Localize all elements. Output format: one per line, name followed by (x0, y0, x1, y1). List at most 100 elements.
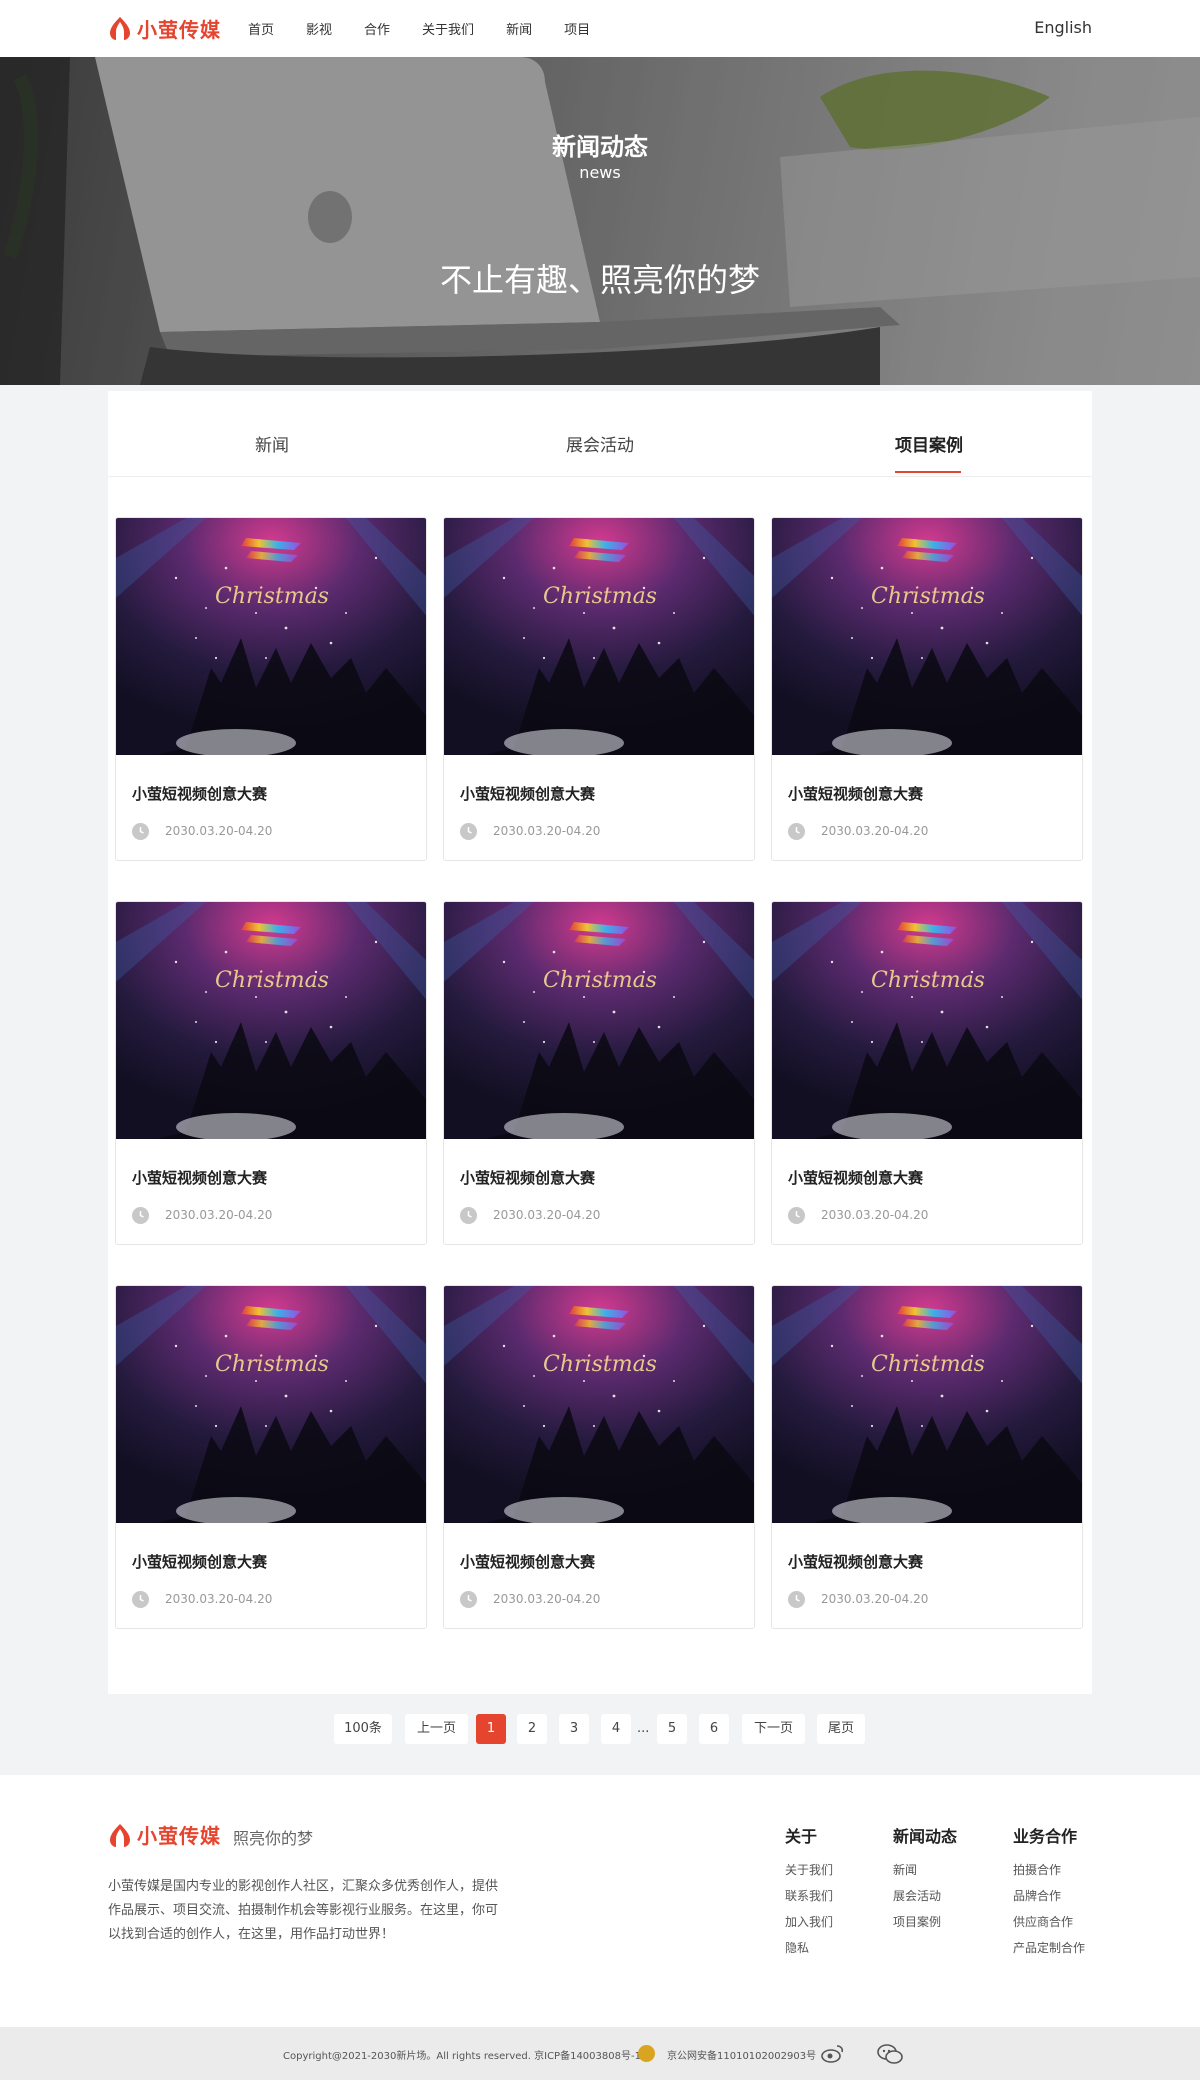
tab-project-cases[interactable]: 项目案例 (895, 431, 963, 456)
card-title[interactable]: 小萤短视频创意大赛 (788, 1167, 923, 1188)
footer-link-brand[interactable]: 品牌合作 (1013, 1887, 1085, 1904)
card-cover-image (444, 518, 754, 755)
clock-icon (788, 1591, 805, 1608)
card-title[interactable]: 小萤短视频创意大赛 (132, 1167, 267, 1188)
card-date: 2030.03.20-04.20 (493, 1592, 601, 1606)
footer-link-about-us[interactable]: 关于我们 (785, 1861, 833, 1878)
card-cover-caption: Christmas (871, 584, 985, 609)
card-date: 2030.03.20-04.20 (821, 824, 929, 838)
card-cover-image (116, 902, 426, 1139)
weibo-icon[interactable] (821, 2043, 845, 2063)
card-cover-image (772, 1286, 1082, 1523)
card-date: 2030.03.20-04.20 (493, 1208, 601, 1222)
card-cover-caption: Christmas (215, 1352, 329, 1377)
footer-link-exhibitions[interactable]: 展会活动 (893, 1887, 957, 1904)
card-title[interactable]: 小萤短视频创意大赛 (460, 783, 595, 804)
footer-logo[interactable]: 小萤传媒 (107, 1820, 221, 1849)
footer-link-projects[interactable]: 项目案例 (893, 1913, 957, 1930)
logo-text: 小萤传媒 (137, 17, 221, 42)
card-title[interactable]: 小萤短视频创意大赛 (460, 1551, 595, 1572)
language-switch[interactable]: English (1034, 18, 1092, 37)
project-card[interactable]: Christmas 小萤短视频创意大赛 2030.03.20-04.20 (115, 901, 427, 1245)
card-cover-caption: Christmas (215, 584, 329, 609)
card-date: 2030.03.20-04.20 (493, 824, 601, 838)
logo[interactable]: 小萤传媒 (107, 13, 221, 43)
page-button-1[interactable]: 1 (476, 1714, 506, 1744)
active-tab-indicator (895, 471, 961, 473)
footer-logo-flame-icon (110, 1823, 130, 1847)
clock-icon (132, 1591, 149, 1608)
card-date: 2030.03.20-04.20 (821, 1208, 929, 1222)
page-button-6[interactable]: 6 (699, 1714, 729, 1744)
nav-home[interactable]: 首页 (248, 19, 274, 38)
project-card[interactable]: Christmas 小萤短视频创意大赛 2030.03.20-04.20 (443, 1285, 755, 1629)
card-title[interactable]: 小萤短视频创意大赛 (132, 783, 267, 804)
project-card[interactable]: Christmas 小萤短视频创意大赛 2030.03.20-04.20 (771, 1285, 1083, 1629)
project-card[interactable]: Christmas 小萤短视频创意大赛 2030.03.20-04.20 (443, 901, 755, 1245)
card-cover-image (444, 902, 754, 1139)
footer-link-supplier[interactable]: 供应商合作 (1013, 1913, 1085, 1930)
footer-link-news[interactable]: 新闻 (893, 1861, 957, 1878)
nav-about[interactable]: 关于我们 (422, 19, 474, 38)
footer-description: 小萤传媒是国内专业的影视创作人社区，汇聚众多优秀创作人，提供作品展示、项目交流、… (108, 1879, 499, 1942)
footer-link-contact[interactable]: 联系我们 (785, 1887, 833, 1904)
banner-laptop-image (0, 57, 1200, 385)
footer-link-join[interactable]: 加入我们 (785, 1913, 833, 1930)
card-date: 2030.03.20-04.20 (821, 1592, 929, 1606)
project-card[interactable]: Christmas 小萤短视频创意大赛 2030.03.20-04.20 (115, 517, 427, 861)
card-date: 2030.03.20-04.20 (165, 1208, 273, 1222)
clock-icon (460, 823, 477, 840)
footer-col-title: 业务合作 (1013, 1827, 1078, 1846)
police-record-text: 京公网安备11010102002903号 (667, 2051, 817, 2062)
tab-news[interactable]: 新闻 (255, 431, 289, 456)
card-cover-caption: Christmas (543, 584, 657, 609)
clock-icon (788, 823, 805, 840)
project-card[interactable]: Christmas 小萤短视频创意大赛 2030.03.20-04.20 (443, 517, 755, 861)
top-header: 小萤传媒 首页 影视 合作 关于我们 新闻 项目 English (0, 0, 1200, 57)
project-card[interactable]: Christmas 小萤短视频创意大赛 2030.03.20-04.20 (771, 517, 1083, 861)
nav-cooperation[interactable]: 合作 (364, 19, 390, 38)
clock-icon (460, 1207, 477, 1224)
footer-link-custom[interactable]: 产品定制合作 (1013, 1939, 1085, 1956)
card-title[interactable]: 小萤短视频创意大赛 (788, 783, 923, 804)
logo-flame-icon (110, 17, 130, 40)
banner-slogan: 不止有趣、照亮你的梦 (439, 261, 760, 299)
footer-col-title: 关于 (785, 1827, 818, 1846)
pagination-last-button[interactable]: 尾页 (817, 1714, 865, 1744)
wechat-icon[interactable] (877, 2043, 903, 2065)
nav-film[interactable]: 影视 (306, 19, 332, 38)
card-cover-image (772, 902, 1082, 1139)
clock-icon (460, 1591, 477, 1608)
site-footer: 小萤传媒 照亮你的梦 小萤传媒是国内专业的影视创作人社区，汇聚众多优秀创作人，提… (0, 1775, 1200, 2027)
page-button-2[interactable]: 2 (517, 1714, 547, 1744)
card-title[interactable]: 小萤短视频创意大赛 (132, 1551, 267, 1572)
pagination-next-button[interactable]: 下一页 (742, 1714, 805, 1744)
nav-news[interactable]: 新闻 (506, 19, 532, 38)
page-button-3[interactable]: 3 (559, 1714, 589, 1744)
footer-link-privacy[interactable]: 隐私 (785, 1939, 833, 1956)
card-title[interactable]: 小萤短视频创意大赛 (460, 1167, 595, 1188)
pagination-prev-button[interactable]: 上一页 (405, 1714, 468, 1744)
footer-col-about: 关于 关于我们 联系我们 加入我们 隐私 (785, 1823, 833, 1965)
footer-link-shooting[interactable]: 拍摄合作 (1013, 1861, 1085, 1878)
project-card[interactable]: Christmas 小萤短视频创意大赛 2030.03.20-04.20 (115, 1285, 427, 1629)
clock-icon (788, 1207, 805, 1224)
pagination-ellipsis: ... (637, 1721, 650, 1736)
clock-icon (132, 823, 149, 840)
footer-logo-text: 小萤传媒 (137, 1824, 221, 1848)
card-cover-caption: Christmas (215, 968, 329, 993)
card-cover-caption: Christmas (543, 968, 657, 993)
banner-title: 新闻动态 (552, 133, 648, 161)
footer-col-title: 新闻动态 (893, 1827, 958, 1846)
project-card[interactable]: Christmas 小萤短视频创意大赛 2030.03.20-04.20 (771, 901, 1083, 1245)
content-panel: 新闻 展会活动 项目案例 Christmas 小萤短视频创意大赛 2030.03… (108, 391, 1092, 1694)
copyright-text: Copyright@2021-2030新片场。All rights reserv… (283, 2051, 641, 2062)
card-date: 2030.03.20-04.20 (165, 824, 273, 838)
card-date: 2030.03.20-04.20 (165, 1592, 273, 1606)
page-button-4[interactable]: 4 (601, 1714, 631, 1744)
pagination-total: 100条 (334, 1714, 392, 1744)
nav-projects[interactable]: 项目 (564, 19, 590, 38)
page-button-5[interactable]: 5 (657, 1714, 687, 1744)
tab-exhibitions[interactable]: 展会活动 (566, 431, 634, 456)
card-title[interactable]: 小萤短视频创意大赛 (788, 1551, 923, 1572)
